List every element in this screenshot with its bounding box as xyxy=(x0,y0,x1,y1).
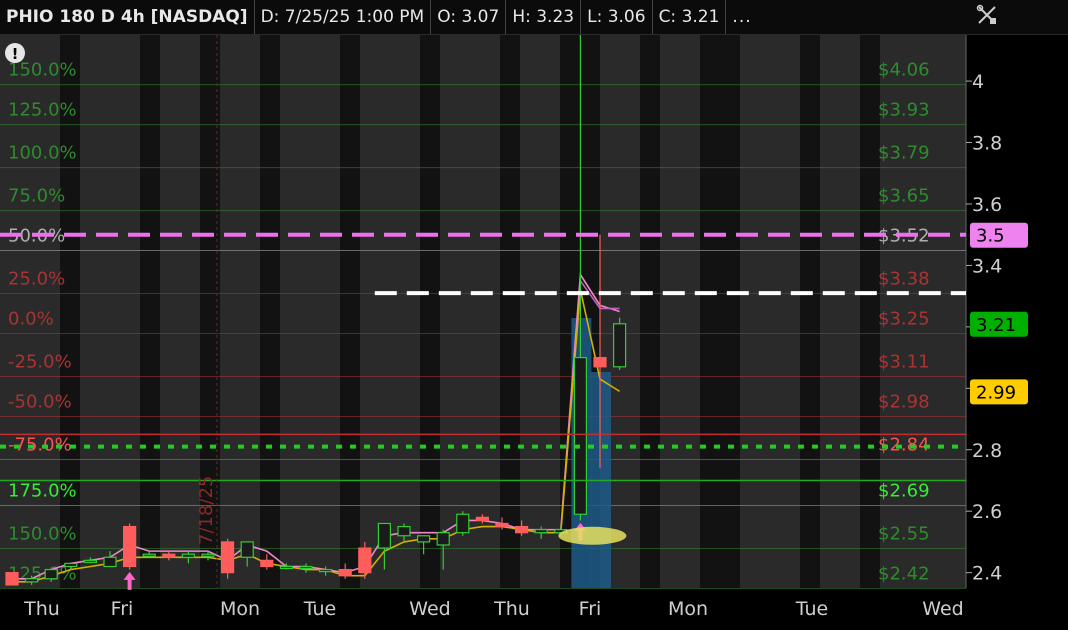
candle-body xyxy=(593,356,607,368)
fib-right-label: $3.65 xyxy=(878,186,930,207)
candlestick xyxy=(122,523,137,570)
fib-left-label: 125.0% xyxy=(8,100,77,121)
rotated-date-label: 7/18/25 xyxy=(196,476,217,545)
fib-right-label: $4.06 xyxy=(878,60,930,81)
x-axis-label: Thu xyxy=(493,598,530,620)
fib-right-label: $2.55 xyxy=(878,524,930,545)
low-readout: L: 3.06 xyxy=(581,0,653,34)
candle-body xyxy=(456,513,470,534)
y-tick-label: 2.6 xyxy=(972,501,1002,523)
candle-body xyxy=(260,559,274,568)
fib-left-label: -50.0% xyxy=(8,391,72,412)
candle-body xyxy=(25,578,39,583)
candle-body xyxy=(299,565,313,570)
candle-body xyxy=(181,553,195,558)
fib-right-label: $3.79 xyxy=(878,143,930,164)
fib-right-label: $3.25 xyxy=(878,309,930,330)
symbol-label[interactable]: PHIO 180 D 4h [NASDAQ] xyxy=(0,0,255,34)
candle-body xyxy=(142,553,156,557)
fib-right-label: $2.69 xyxy=(878,481,930,502)
candle-body xyxy=(612,323,627,368)
close-readout: C: 3.21 xyxy=(653,0,727,34)
candle-body xyxy=(44,568,58,580)
x-axis-label: Tue xyxy=(303,598,336,620)
y-tick-label: 3.8 xyxy=(972,133,1002,155)
candle-body xyxy=(358,547,372,574)
candlestick xyxy=(221,538,235,579)
candle-body xyxy=(279,565,293,570)
candle-body xyxy=(162,553,176,558)
price-marker: 3.21 xyxy=(970,311,1028,337)
x-axis-label: Fri xyxy=(579,598,602,620)
candle-body xyxy=(573,356,588,515)
candle-body xyxy=(103,556,117,568)
y-tick-label: 3.4 xyxy=(972,255,1002,277)
more-button[interactable]: ... xyxy=(726,0,757,34)
candle-body xyxy=(377,522,391,549)
fib-right-label: $3.93 xyxy=(878,100,930,121)
high-readout: H: 3.23 xyxy=(506,0,582,34)
candle-body xyxy=(5,572,19,586)
exclamation-icon-glyph: ! xyxy=(12,45,19,63)
fib-right-label: $3.11 xyxy=(878,352,930,373)
x-axis[interactable]: Thu Fri Mon Tue Wed Thu Fri Mon Tue Wed xyxy=(23,598,964,620)
candle-body xyxy=(240,541,254,558)
fib-right-label: $2.98 xyxy=(878,391,930,412)
highlight-ellipse xyxy=(558,526,627,545)
price-marker: 3.5 xyxy=(970,222,1028,248)
fib-right-label: $3.38 xyxy=(878,269,930,290)
candle-body xyxy=(319,568,333,573)
open-readout: O: 3.07 xyxy=(431,0,507,34)
y-tick-label: 4 xyxy=(972,71,984,93)
candle-body xyxy=(338,568,352,577)
fib-left-label: 75.0% xyxy=(8,186,65,207)
candle-body xyxy=(221,541,235,574)
x-axis-label: Mon xyxy=(668,598,708,620)
fib-left-label: 175.0% xyxy=(8,481,77,502)
candle-body xyxy=(397,525,411,537)
candle-body xyxy=(475,516,489,522)
candle-body xyxy=(495,522,509,528)
x-axis-label: Mon xyxy=(220,598,260,620)
candlestick xyxy=(456,511,470,536)
x-axis-label: Thu xyxy=(23,598,60,620)
fib-right-label: $2.42 xyxy=(878,563,930,584)
fib-left-label: 25.0% xyxy=(8,269,65,290)
x-axis-label: Wed xyxy=(409,598,450,620)
price-marker-label: 3.5 xyxy=(976,226,1005,247)
x-axis-label: Fri xyxy=(111,598,134,620)
x-axis-label: Wed xyxy=(922,598,963,620)
candle-body xyxy=(436,532,450,546)
fib-left-label: -25.0% xyxy=(8,352,72,373)
price-marker-label: 2.99 xyxy=(976,382,1016,403)
fib-left-label: 0.0% xyxy=(8,309,54,330)
price-marker-label: 3.21 xyxy=(976,315,1016,336)
fib-left-label: 100.0% xyxy=(8,143,77,164)
candle-body xyxy=(201,553,215,557)
crossed-tools-icon[interactable] xyxy=(974,4,1000,30)
candle-body xyxy=(534,529,548,534)
chart-header: PHIO 180 D 4h [NASDAQ] D: 7/25/25 1:00 P… xyxy=(0,0,1068,35)
x-axis-label: Tue xyxy=(795,598,828,620)
price-marker: 2.99 xyxy=(970,379,1028,405)
y-tick-label: 2.8 xyxy=(972,440,1002,462)
candle-body xyxy=(64,562,78,568)
y-tick-label: 3.6 xyxy=(972,194,1002,216)
y-tick-label: 2.4 xyxy=(972,563,1002,585)
candlestick xyxy=(612,317,627,370)
price-chart[interactable]: 150.0%125.0%100.0%75.0%50.0%25.0%0.0%-25… xyxy=(0,35,1068,630)
date-readout: D: 7/25/25 1:00 PM xyxy=(255,0,432,34)
candlestick xyxy=(5,572,19,586)
candle-body xyxy=(83,559,98,563)
candle-body xyxy=(514,525,529,534)
fib-left-label: 150.0% xyxy=(8,524,77,545)
candle-body xyxy=(417,535,431,543)
candle-body xyxy=(122,525,137,568)
